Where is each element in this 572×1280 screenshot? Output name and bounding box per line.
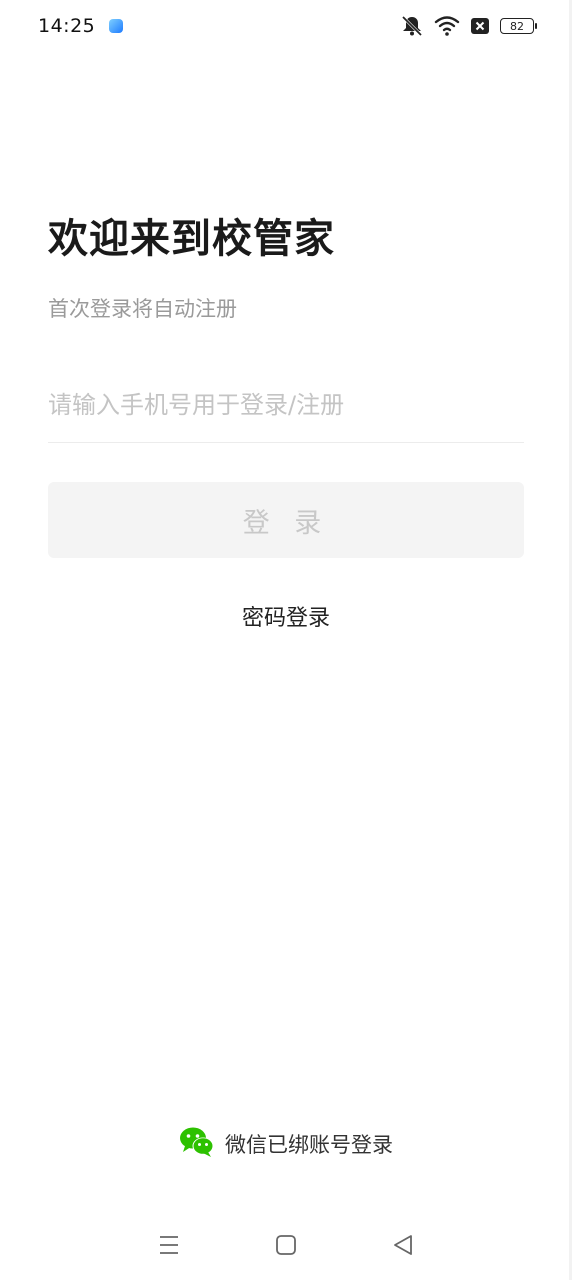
app-icon <box>109 19 124 33</box>
phone-input[interactable] <box>48 376 524 434</box>
status-left: 14:25 <box>38 15 124 37</box>
navigation-bar <box>0 1210 572 1280</box>
wifi-icon <box>434 15 460 37</box>
status-bar: 14:25 82 <box>0 0 572 52</box>
back-icon[interactable] <box>383 1225 423 1265</box>
status-right: 82 <box>400 15 537 37</box>
wechat-login-label: 微信已绑账号登录 <box>225 1133 393 1157</box>
sim-off-icon <box>470 17 490 35</box>
phone-field <box>48 376 524 443</box>
password-login-link[interactable]: 密码登录 <box>0 600 572 632</box>
wechat-login-button[interactable]: 微信已绑账号登录 <box>0 1126 572 1162</box>
battery-icon: 82 <box>500 18 537 34</box>
page-subtitle: 首次登录将自动注册 <box>48 297 237 321</box>
login-button[interactable]: 登 录 <box>48 482 524 558</box>
mute-icon <box>400 15 424 37</box>
menu-icon[interactable] <box>149 1225 189 1265</box>
page-title: 欢迎来到校管家 <box>48 216 335 262</box>
status-time: 14:25 <box>38 15 96 37</box>
home-icon[interactable] <box>266 1225 306 1265</box>
wechat-icon <box>179 1126 215 1162</box>
login-screen: 14:25 82 欢迎来到校管家 首次登录将自动注册 请输入手机号用于登录/注册… <box>0 0 572 1280</box>
